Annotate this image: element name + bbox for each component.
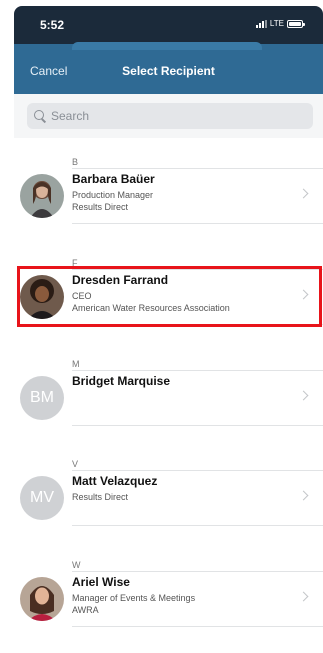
row-divider	[72, 525, 323, 526]
recipient-title: Production Manager	[72, 190, 154, 200]
recipient-name: Dresden Farrand	[72, 273, 169, 287]
status-bar: 5:52 LTE	[14, 6, 323, 44]
avatar-initials: MV	[20, 476, 64, 520]
recipient-name: Barbara Baüer	[72, 172, 155, 186]
sheet-grabber	[72, 42, 262, 50]
recipient-row-ariel-wise[interactable]: Ariel Wise Manager of Events & Meetings …	[14, 571, 323, 627]
recipient-company: AWRA	[72, 605, 99, 615]
recipient-company: American Water Resources Association	[72, 303, 230, 313]
recipient-title: Manager of Events & Meetings	[72, 593, 196, 603]
row-divider	[72, 324, 323, 325]
recipient-row-bridget-marquise[interactable]: BM Bridget Marquise	[14, 370, 323, 426]
recipient-row-barbara-bauer[interactable]: Barbara Baüer Production Manager Results…	[14, 168, 323, 224]
row-divider	[72, 425, 323, 426]
row-divider	[72, 168, 323, 169]
row-divider	[72, 470, 323, 471]
avatar	[20, 275, 64, 319]
status-indicators: LTE	[255, 19, 305, 28]
row-divider	[72, 223, 323, 224]
chevron-right-icon	[298, 591, 309, 602]
section-header-f: F	[72, 258, 78, 268]
recipient-row-dresden-farrand[interactable]: Dresden Farrand CEO American Water Resou…	[14, 269, 323, 325]
recipient-name: Bridget Marquise	[72, 374, 171, 388]
row-divider	[72, 370, 323, 371]
recipient-name: Matt Velazquez	[72, 474, 158, 488]
network-label: LTE	[269, 19, 284, 28]
search-icon	[34, 110, 46, 122]
avatar-initials: BM	[20, 376, 64, 420]
recipient-name: Ariel Wise	[72, 575, 130, 589]
recipient-company: Results Direct	[72, 492, 129, 502]
battery-icon	[287, 19, 305, 28]
avatar	[20, 577, 64, 621]
page-title: Select Recipient	[122, 64, 215, 78]
search-input[interactable]	[51, 109, 291, 123]
navigation-bar: Cancel Select Recipient	[14, 42, 323, 94]
status-time: 5:52	[40, 18, 65, 32]
search-box[interactable]	[27, 103, 313, 129]
chevron-right-icon	[298, 490, 309, 501]
signal-icon	[255, 19, 267, 28]
recipient-company: Results Direct	[72, 202, 129, 212]
chevron-right-icon	[298, 188, 309, 199]
section-header-b: B	[72, 157, 79, 167]
section-header-v: V	[72, 459, 79, 469]
row-divider	[72, 269, 323, 270]
row-divider	[72, 626, 323, 627]
section-header-w: W	[72, 560, 81, 570]
recipient-title: CEO	[72, 291, 92, 301]
search-area	[14, 94, 323, 138]
avatar	[20, 174, 64, 218]
section-header-m: M	[72, 359, 80, 369]
recipient-row-matt-velazquez[interactable]: MV Matt Velazquez Results Direct	[14, 470, 323, 526]
chevron-right-icon	[298, 390, 309, 401]
chevron-right-icon	[298, 289, 309, 300]
row-divider	[72, 571, 323, 572]
